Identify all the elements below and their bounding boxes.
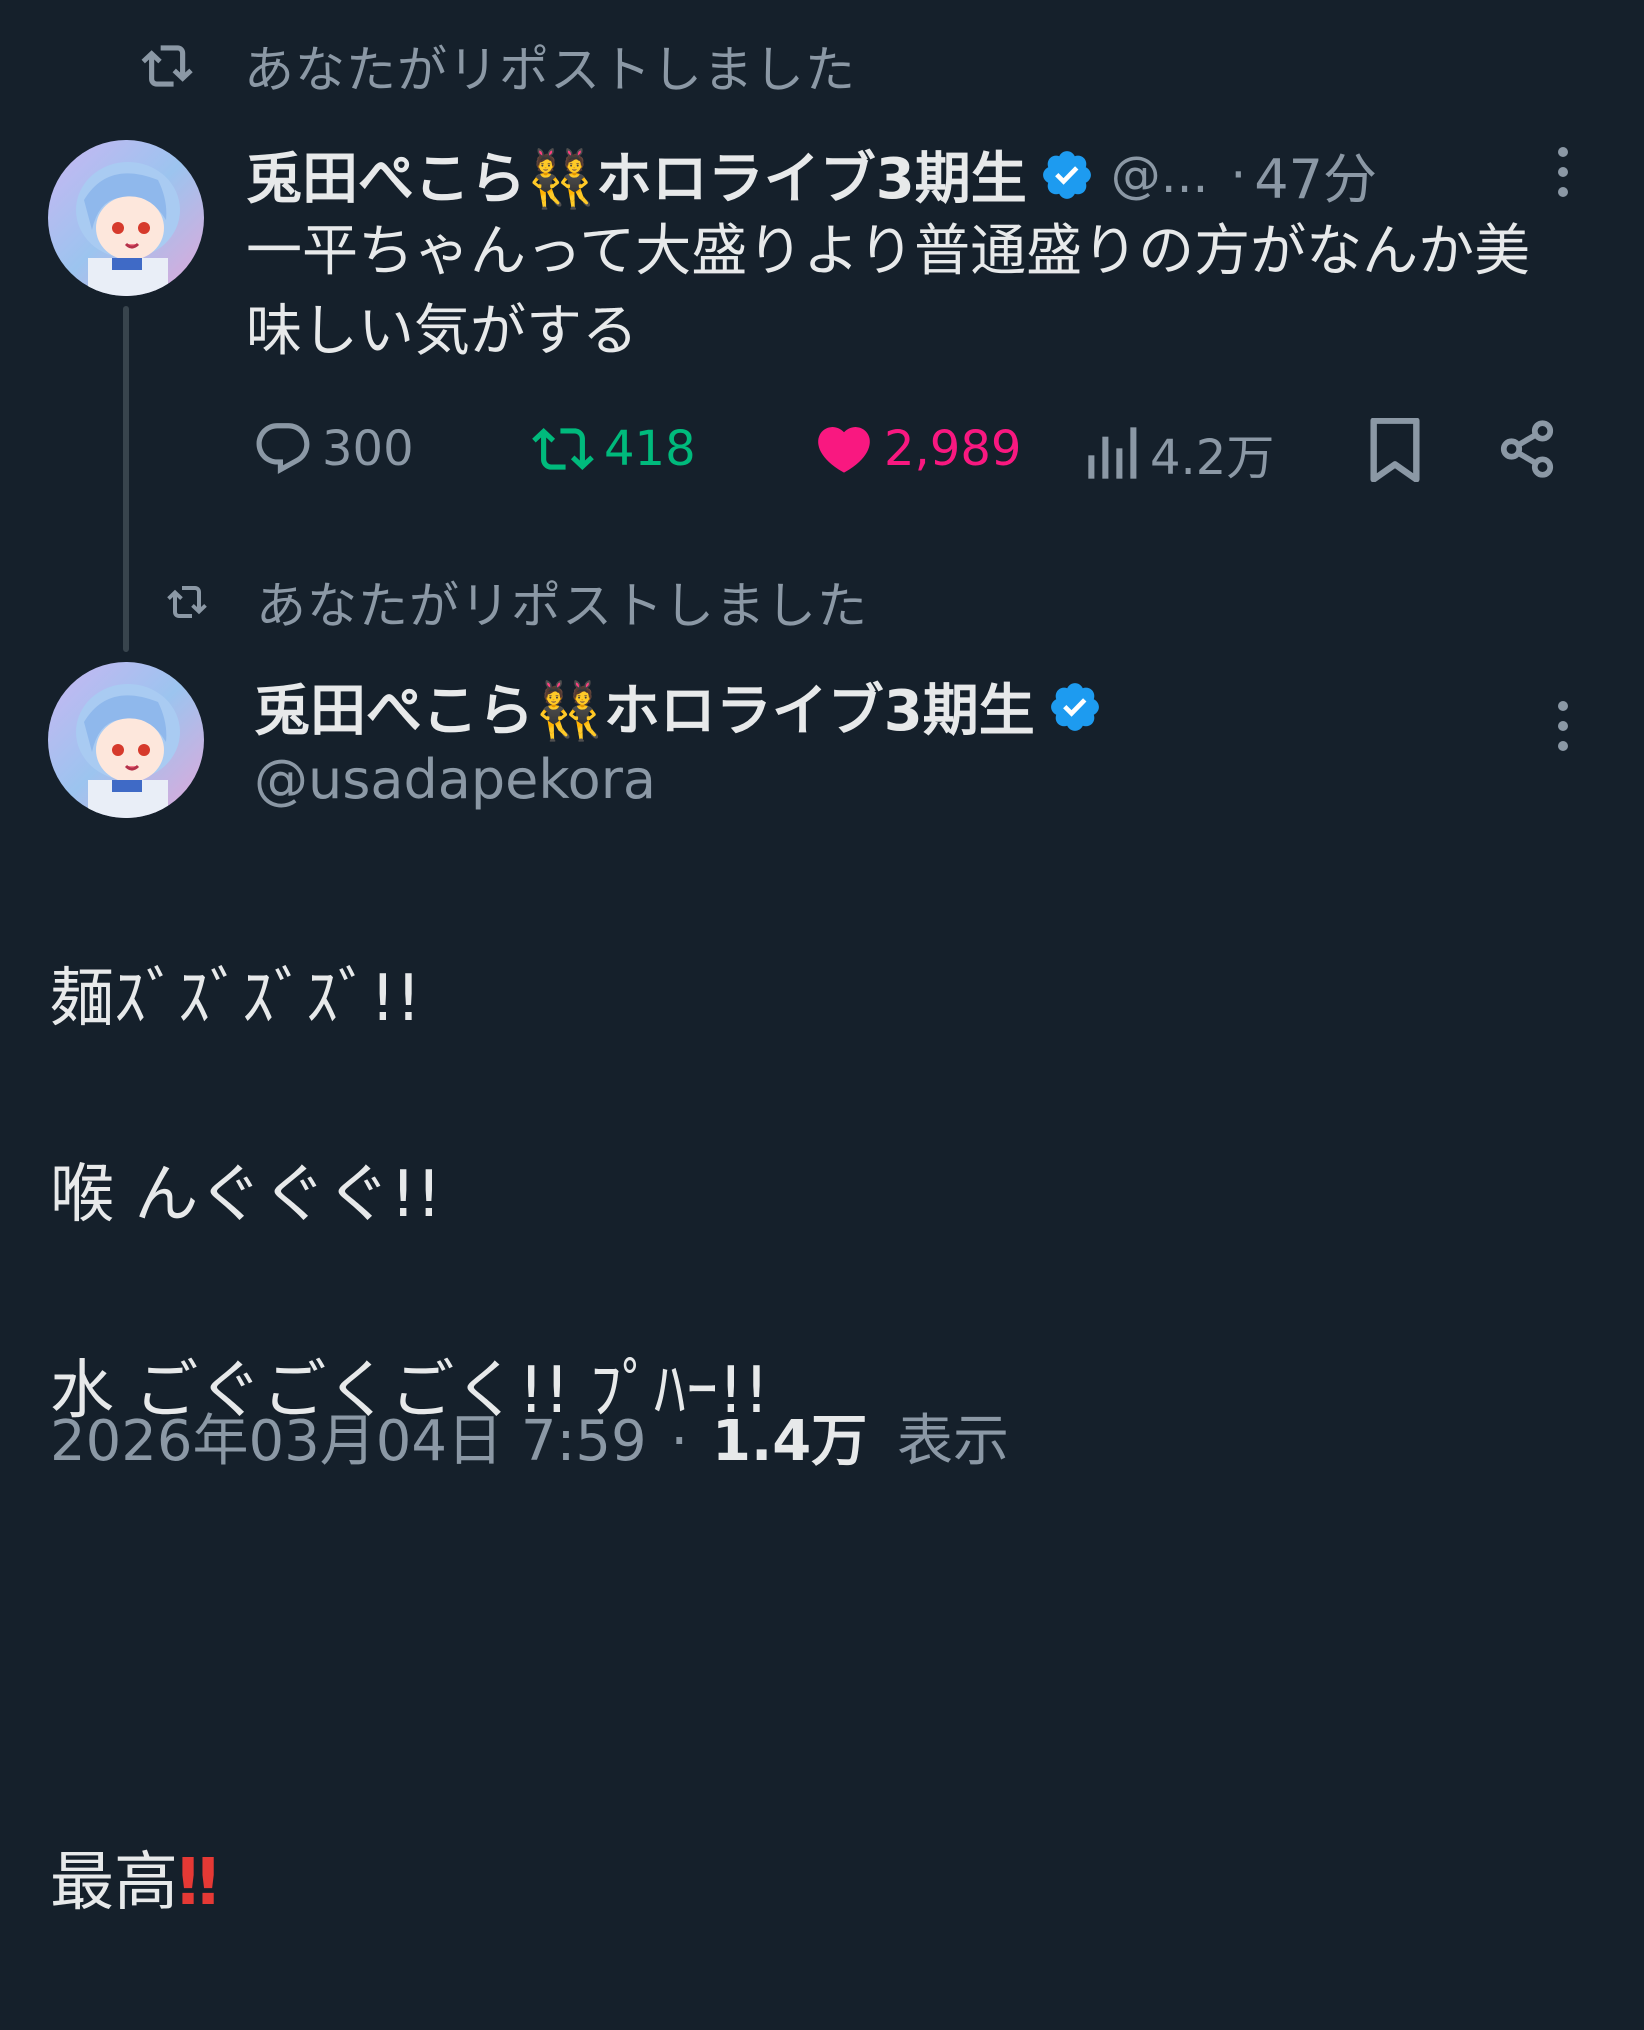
views-label: 表示 [897,1409,1010,1474]
repost-count: 418 [604,421,696,477]
heart-icon [812,418,876,480]
double-exclamation-emoji: ‼ [178,1846,219,1920]
tweet-text: 一平ちゃんって大盛りより普通盛りの方がなんか美味しい気がする [246,219,1531,364]
bookmark-icon [1368,418,1422,482]
reply-tweet-header: 兎田ぺこら👯ホロライブ3期生 @... · 47分 [246,134,1377,215]
like-count: 2,989 [884,421,1022,477]
main-tweet-header: 兎田ぺこら👯ホロライブ3期生 [254,666,1103,747]
timestamp[interactable]: 47分 [1254,135,1377,214]
thread-line [123,306,129,652]
share-button[interactable] [1496,418,1558,480]
repost-icon [140,40,202,92]
display-name[interactable]: 兎田ぺこら👯ホロライブ3期生 [254,666,1035,747]
more-options-icon[interactable] [1553,146,1573,198]
views-count: 4.2万 [1150,430,1275,486]
avatar[interactable] [48,140,204,296]
repost-icon [166,581,214,623]
analytics-icon [1086,422,1142,484]
handle[interactable]: @... [1111,146,1209,204]
more-options-icon[interactable] [1553,700,1573,752]
verified-badge-icon [1047,679,1103,735]
reply-button[interactable]: 300 [252,418,414,480]
repost-icon [530,418,596,480]
tweet-meta: 2026年03月04日 7:59 · 1.4万 表示 [50,1396,1009,1477]
post-datetime[interactable]: 2026年03月04日 7:59 [50,1409,647,1474]
repost-banner-1: あなたがリポストしました [140,30,856,102]
like-button[interactable]: 2,989 [812,418,1021,480]
views-button[interactable]: 4.2万 [1086,418,1274,488]
bookmark-button[interactable] [1368,418,1422,482]
handle[interactable]: @usadapekora [254,748,656,811]
repost-button[interactable]: 418 [530,418,696,480]
separator: · [1230,145,1247,204]
reply-count: 300 [322,421,414,477]
reply-icon [252,418,314,480]
tweet-text-line: 麺ｽﾞｽﾞｽﾞｽﾞ!! [50,962,422,1036]
avatar[interactable] [48,662,204,818]
repost-banner-text: あなたがリポストしました [244,41,856,99]
share-icon [1496,418,1558,480]
views-count: 1.4万 [712,1409,868,1474]
tweet-text-line: 最高 [50,1846,178,1920]
repost-banner-text: あなたがリポストしました [256,577,868,635]
verified-badge-icon [1039,147,1095,203]
display-name[interactable]: 兎田ぺこら👯ホロライブ3期生 [246,134,1027,215]
tweet-text-line: 喉 んぐぐぐ!! [50,1158,442,1232]
repost-banner-2: あなたがリポストしました [166,566,868,638]
separator: · [670,1409,689,1474]
